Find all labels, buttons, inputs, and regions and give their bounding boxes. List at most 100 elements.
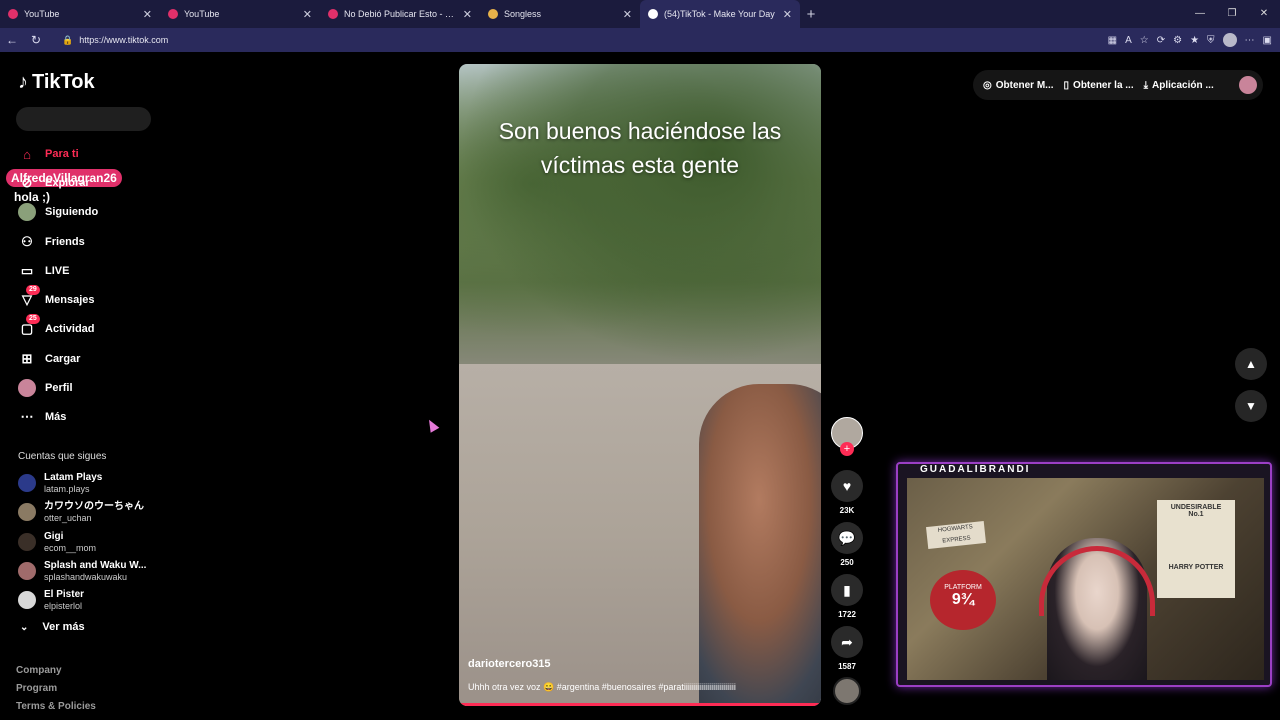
shield-icon[interactable]: ⛨ — [1207, 35, 1215, 46]
footer-link-company[interactable]: Company — [16, 665, 62, 676]
sidebar-item-mensajes[interactable]: ▽ 29 Mensajes — [18, 285, 95, 311]
music-disc-icon[interactable] — [833, 677, 861, 705]
following-account[interactable]: カワウソのウーちゃん otter_uchan — [18, 499, 144, 525]
ver-mas-button[interactable]: ⌄ Ver más — [20, 621, 85, 633]
poster-text: UNDESIRABLE — [1170, 504, 1222, 511]
reload-icon[interactable]: ↻ — [24, 33, 48, 47]
download-icon: ⤓ — [1143, 79, 1149, 91]
browser-tab-active[interactable]: (54)TikTok - Make Your Day ✕ — [640, 0, 800, 28]
share-count: 1587 — [838, 662, 856, 671]
comment-icon: 💬 — [831, 522, 863, 554]
refresh-page-icon[interactable]: ⟳ — [1157, 35, 1165, 46]
coin-icon: ◎ — [983, 79, 992, 91]
follow-plus-icon[interactable]: + — [840, 442, 854, 456]
desktop-app-button[interactable]: ⤓ Aplicación ... — [1144, 80, 1214, 91]
like-button[interactable]: ♥ 23K — [831, 470, 863, 515]
nav-label: Actividad — [45, 323, 95, 335]
sidebar-item-friends[interactable]: ⚇ Friends — [18, 231, 85, 253]
favorite-star-icon[interactable]: ☆ — [1140, 35, 1149, 46]
favorites-icon[interactable]: ★ — [1190, 35, 1199, 46]
friends-icon: ⚇ — [21, 234, 33, 249]
browser-tab[interactable]: YouTube ✕ — [0, 0, 160, 28]
extensions-icon[interactable]: ⚙ — [1173, 35, 1182, 46]
poster-portrait — [1157, 518, 1235, 564]
get-app-button[interactable]: ▯ Obtener la ... — [1064, 80, 1134, 91]
following-account[interactable]: Gigi ecom__mom — [18, 529, 96, 555]
nav-label: Más — [45, 411, 67, 423]
lock-icon: 🔒 — [62, 34, 74, 45]
sidebar-item-cargar[interactable]: ⊞ Cargar — [18, 348, 81, 370]
nav-label: Mensajes — [45, 294, 95, 306]
new-tab-button[interactable]: + — [800, 6, 822, 23]
maximize-icon[interactable]: ❐ — [1216, 0, 1248, 28]
ver-mas-label: Ver más — [42, 621, 85, 633]
mouse-cursor-icon — [424, 417, 440, 433]
close-window-icon[interactable]: ✕ — [1248, 0, 1280, 28]
streamer-name-label: GUADALIBRANDI — [916, 464, 1035, 475]
sidebar-item-explorar[interactable]: ⊘ Explorar — [18, 172, 90, 194]
account-handle: latam.plays — [44, 483, 90, 494]
songless-favicon-icon — [488, 9, 498, 19]
apps-icon[interactable]: ▦ — [1108, 35, 1117, 46]
search-input[interactable] — [16, 107, 151, 131]
video-author[interactable]: dariotercero315 — [468, 658, 551, 670]
close-tab-icon[interactable]: ✕ — [463, 8, 472, 21]
next-video-button[interactable]: ▼ — [1235, 390, 1267, 422]
browser-tab[interactable]: Songless ✕ — [480, 0, 640, 28]
share-icon: ➦ — [831, 626, 863, 658]
sidebar-item-live[interactable]: ▭ LIVE — [18, 260, 70, 282]
account-avatar — [18, 533, 36, 551]
video-frame-person — [699, 384, 821, 706]
video-player[interactable]: Son buenos haciéndose las víctimas esta g… — [459, 64, 821, 706]
following-avatar — [18, 203, 36, 221]
following-account[interactable]: Latam Plays latam.plays — [18, 470, 102, 496]
sidebar-item-perfil[interactable]: Perfil — [18, 377, 73, 399]
browser-tab[interactable]: YouTube ✕ — [160, 0, 320, 28]
close-tab-icon[interactable]: ✕ — [143, 8, 152, 21]
footer-link-program[interactable]: Program — [16, 683, 57, 694]
tab-title: Songless — [504, 9, 542, 19]
close-tab-icon[interactable]: ✕ — [623, 8, 632, 21]
profile-avatar — [18, 379, 36, 397]
translate-icon[interactable]: A — [1125, 35, 1132, 46]
following-account[interactable]: Splash and Waku W... splashandwakuwaku — [18, 558, 146, 584]
video-progress-bar[interactable] — [459, 703, 821, 706]
following-account[interactable]: El Pister elpisterlol — [18, 587, 84, 613]
browser-toolbar: ▦ A ☆ ⟳ ⚙ ★ ⛨ ⋯ ▣ — [1108, 28, 1272, 52]
close-tab-icon[interactable]: ✕ — [783, 8, 792, 21]
comment-button[interactable]: 💬 250 — [831, 522, 863, 567]
browser-profile-avatar[interactable] — [1222, 33, 1237, 47]
footer-link-terms[interactable]: Terms & Policies — [16, 701, 96, 712]
url-field[interactable]: 🔒 https://www.tiktok.com — [54, 31, 1044, 49]
close-tab-icon[interactable]: ✕ — [303, 8, 312, 21]
account-avatar — [18, 474, 36, 492]
share-button[interactable]: ➦ 1587 — [831, 626, 863, 671]
sidebar-item-actividad[interactable]: ▢ 25 Actividad — [18, 314, 95, 340]
browser-tab[interactable]: No Debió Publicar Esto - YouTube ✕ — [320, 0, 480, 28]
minimize-icon[interactable]: — — [1184, 0, 1216, 28]
back-icon[interactable]: ← — [0, 33, 24, 47]
sidebar-item-siguiendo[interactable]: Siguiendo — [18, 201, 98, 223]
more-menu-icon[interactable]: ⋯ — [1245, 35, 1255, 46]
following-section-title: Cuentas que sigues — [18, 451, 107, 462]
tiktok-logo[interactable]: ♪ TikTok — [18, 71, 95, 94]
tab-title: YouTube — [24, 9, 60, 19]
get-coins-button[interactable]: ◎ Obtener M... — [983, 80, 1054, 91]
video-frame-trees — [459, 64, 821, 364]
top-action-label: Obtener la ... — [1073, 79, 1134, 91]
previous-video-button[interactable]: ▲ — [1235, 348, 1267, 380]
hogwarts-express-sign: HOGWARTS EXPRESS — [926, 521, 986, 549]
comment-count: 250 — [840, 558, 854, 567]
nav-label: Explorar — [45, 177, 90, 189]
top-action-label: Obtener M... — [995, 79, 1054, 91]
sidebar-item-para-ti[interactable]: ⌂ Para ti — [18, 143, 79, 165]
sidebar-toggle-icon[interactable]: ▣ — [1263, 35, 1272, 46]
nav-label: LIVE — [45, 265, 70, 277]
youtube-favicon-icon — [168, 9, 178, 19]
webcam-frame: HOGWARTS EXPRESS UNDESIRABLE No.1 HARRY PO… — [907, 478, 1264, 680]
streamer-webcam-overlay: HOGWARTS EXPRESS UNDESIRABLE No.1 HARRY PO… — [896, 462, 1272, 687]
save-button[interactable]: ▮ 1722 — [831, 574, 863, 619]
user-avatar[interactable] — [1239, 76, 1257, 94]
sidebar-item-mas[interactable]: ⋯ Más — [18, 406, 67, 428]
heart-icon: ♥ — [831, 470, 863, 502]
